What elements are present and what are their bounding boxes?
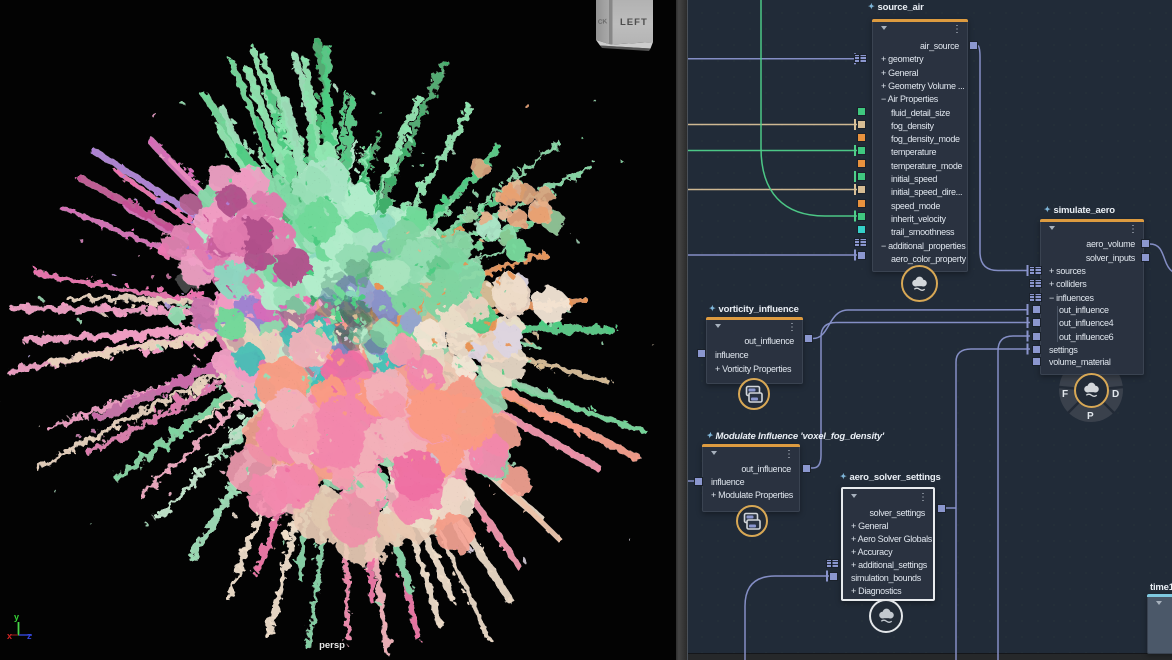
- svg-text:D: D: [1112, 389, 1119, 400]
- svg-text:x: x: [7, 631, 12, 641]
- svg-text:F: F: [1062, 389, 1068, 400]
- svg-text:P: P: [1087, 411, 1094, 422]
- svg-text:y: y: [14, 612, 19, 622]
- svg-text:LEFT: LEFT: [620, 17, 648, 28]
- svg-text:z: z: [27, 631, 32, 641]
- svg-text:CK: CK: [598, 18, 608, 26]
